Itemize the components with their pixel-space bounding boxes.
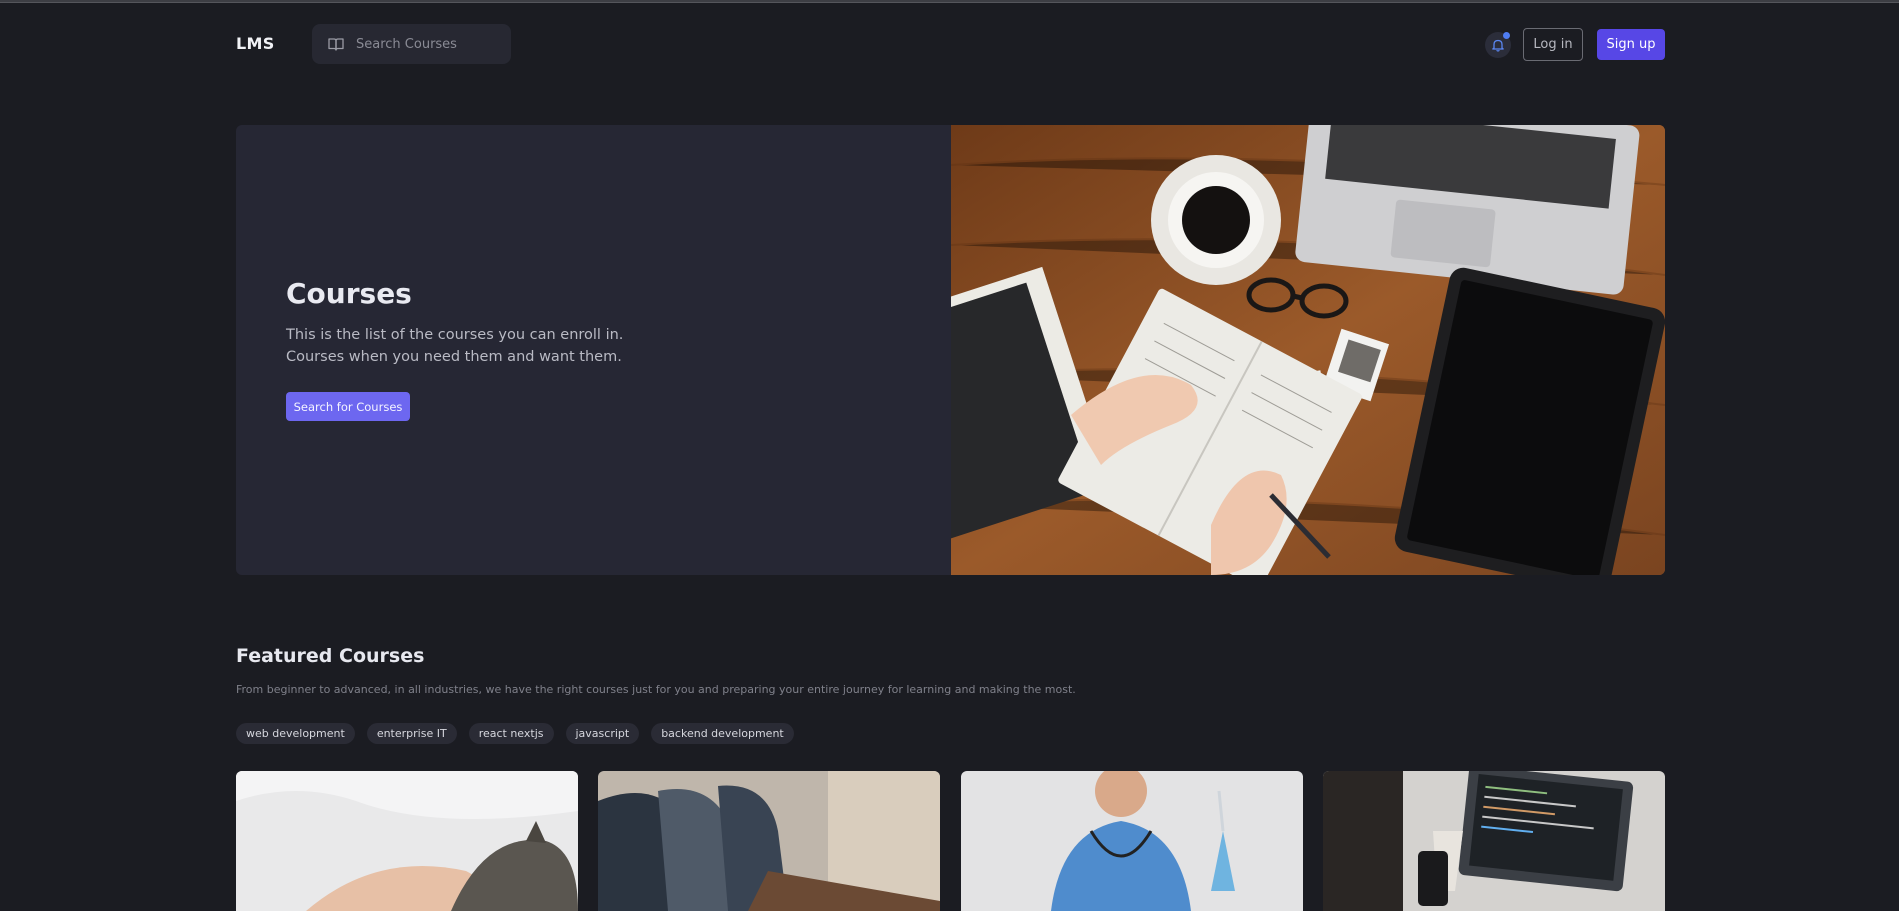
hero-description: This is the list of the courses you can … <box>286 324 686 368</box>
tag-web-development[interactable]: web development <box>236 723 355 744</box>
course-card[interactable] <box>598 771 940 911</box>
window-top-border <box>0 0 1899 3</box>
course-card[interactable] <box>961 771 1303 911</box>
hero-image <box>874 125 1665 575</box>
notifications-button[interactable] <box>1485 32 1511 58</box>
featured-courses-title: Featured Courses <box>236 645 425 667</box>
page-title: Courses <box>286 277 412 310</box>
tag-enterprise-it[interactable]: enterprise IT <box>366 723 457 744</box>
bell-icon <box>1492 39 1504 52</box>
course-image-nurse <box>961 771 1303 911</box>
tag-backend-development[interactable]: backend development <box>651 723 794 744</box>
hero-description-line: Courses when you need them and want them… <box>286 349 622 365</box>
course-image-laptop-code <box>1323 771 1665 911</box>
tag-react-nextjs[interactable]: react nextjs <box>468 723 554 744</box>
course-image-team-meeting <box>598 771 940 911</box>
logo[interactable]: LMS <box>236 34 275 53</box>
hero-text-panel: Courses This is the list of the courses … <box>236 125 951 575</box>
signup-button[interactable]: Sign up <box>1597 29 1665 60</box>
featured-courses-description: From beginner to advanced, in all indust… <box>236 683 1076 696</box>
search-box[interactable] <box>312 24 511 64</box>
tag-javascript[interactable]: javascript <box>565 723 640 744</box>
login-button[interactable]: Log in <box>1523 28 1583 61</box>
course-card[interactable] <box>1323 771 1665 911</box>
course-card[interactable] <box>236 771 578 911</box>
course-image-cat-and-hand <box>236 771 578 911</box>
search-courses-button[interactable]: Search for Courses <box>286 392 410 421</box>
hero-banner: Courses This is the list of the courses … <box>236 125 1665 575</box>
book-open-icon <box>328 38 344 51</box>
course-tag-list: web development enterprise IT react next… <box>236 723 794 744</box>
hero-description-line: This is the list of the courses you can … <box>286 327 624 343</box>
desk-workspace-illustration <box>874 125 1665 575</box>
notification-badge <box>1503 32 1510 39</box>
search-input[interactable] <box>356 36 496 52</box>
